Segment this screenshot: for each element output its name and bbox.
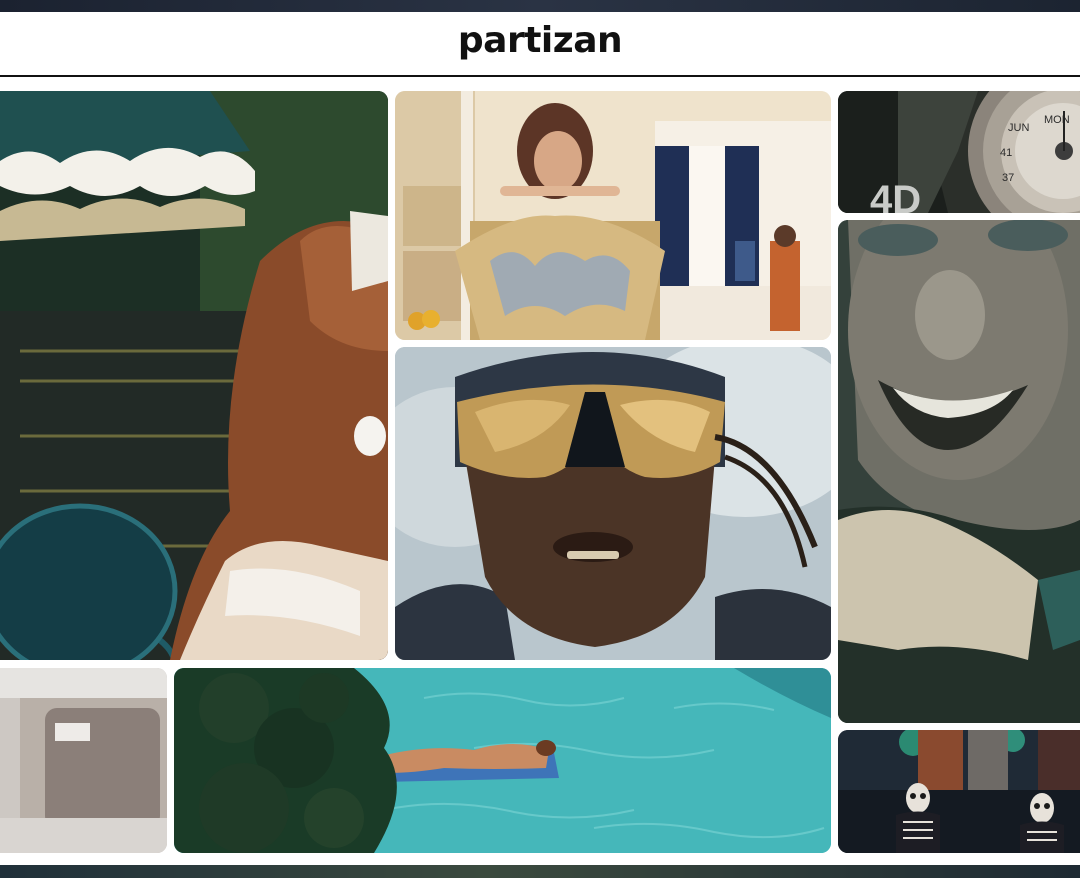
svg-text:JUN: JUN xyxy=(1008,122,1029,134)
top-strip xyxy=(0,0,1080,12)
gallery-tile-blurred-frame[interactable] xyxy=(0,668,167,853)
gallery-tile-woman-on-pool-float[interactable] xyxy=(174,668,831,853)
woman-in-kitchen-thumbnail xyxy=(395,91,831,340)
svg-text:41: 41 xyxy=(1000,147,1012,159)
gallery-tile-watch-closeup[interactable]: 4D JUN MON 41 37 xyxy=(838,91,1080,213)
gallery-tile-woman-in-kitchen[interactable] xyxy=(395,91,831,340)
man-with-goggles-thumbnail xyxy=(395,347,831,660)
watch-closeup-thumbnail: 4D JUN MON 41 37 xyxy=(838,91,1080,213)
bottom-strip xyxy=(0,865,1080,878)
woman-on-pool-float-thumbnail xyxy=(174,668,831,853)
smiling-man-thumbnail xyxy=(838,220,1080,723)
girl-by-pool-thumbnail xyxy=(0,91,388,660)
gallery-tile-man-with-goggles[interactable] xyxy=(395,347,831,660)
skeleton-masks-thumbnail xyxy=(838,730,1080,853)
header-divider xyxy=(0,75,1080,77)
blurred-frame-thumbnail xyxy=(0,668,167,853)
site-header: partizan xyxy=(0,12,1080,76)
gallery-tile-smiling-man[interactable] xyxy=(838,220,1080,723)
gallery-tile-skeleton-masks[interactable] xyxy=(838,730,1080,853)
svg-text:37: 37 xyxy=(1002,172,1014,184)
partizan-logo[interactable]: partizan xyxy=(458,23,623,59)
gallery-tile-girl-by-pool[interactable] xyxy=(0,91,388,660)
svg-text:4D: 4D xyxy=(870,178,921,213)
svg-text:MON: MON xyxy=(1044,114,1070,126)
